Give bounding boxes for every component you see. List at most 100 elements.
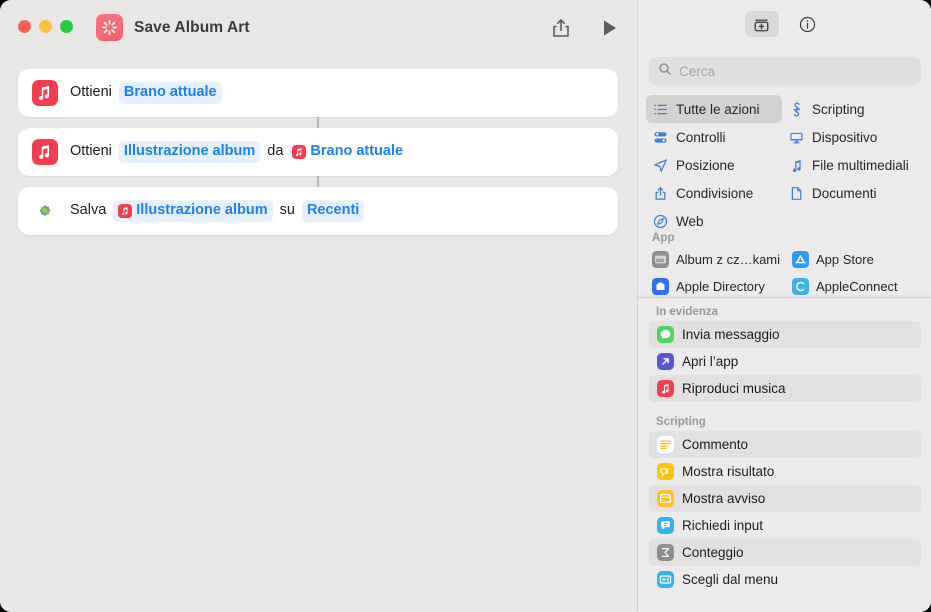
sidebar-item-controls[interactable]: Controlli xyxy=(646,123,782,151)
music-app-icon xyxy=(32,80,58,106)
sidebar-item-location[interactable]: Posizione xyxy=(646,151,782,179)
music-variable-icon xyxy=(118,203,133,218)
controls-icon xyxy=(652,129,669,146)
category-label: Condivisione xyxy=(676,185,754,201)
action-text: Salva Illustrazione album su Recenti xyxy=(70,200,371,222)
list-item[interactable]: AppleConnect xyxy=(786,273,926,298)
info-icon[interactable] xyxy=(791,11,825,37)
run-icon[interactable] xyxy=(597,16,621,40)
shortcuts-app-icon xyxy=(96,14,123,41)
album-icon xyxy=(652,251,669,268)
action-token[interactable]: Brano attuale xyxy=(290,141,408,162)
item-label: Riproduci musica xyxy=(682,381,786,396)
category-label: Controlli xyxy=(676,129,726,145)
list-item[interactable]: Commento xyxy=(649,431,921,458)
item-label: Richiedi input xyxy=(682,518,764,533)
category-label: Tutte le azioni xyxy=(676,101,760,117)
app-label: AppleConnect xyxy=(816,279,898,294)
item-label: Invia messaggio xyxy=(682,327,780,342)
action-text: Ottieni Illustrazione album da Brano att… xyxy=(70,141,415,163)
action-text: Ottieni Brano attuale xyxy=(70,82,229,104)
choose-menu-icon xyxy=(657,571,674,588)
list-item[interactable]: Apple Directory xyxy=(646,273,786,298)
scripting-icon xyxy=(788,101,805,118)
sidebar-item-web[interactable]: Web xyxy=(646,207,782,235)
search-input[interactable]: Cerca xyxy=(649,57,921,85)
zoom-button[interactable] xyxy=(60,20,73,33)
action-token[interactable]: Brano attuale xyxy=(118,82,222,104)
scripting-group: Scripting Commento Mostra risultato Most… xyxy=(638,402,931,593)
search-placeholder: Cerca xyxy=(679,63,716,79)
action-token[interactable]: Recenti xyxy=(301,200,365,222)
action-word: su xyxy=(279,202,295,219)
token-label: Brano attuale xyxy=(310,143,404,160)
action-word: da xyxy=(267,143,284,160)
apple-directory-icon xyxy=(652,278,669,295)
list-icon xyxy=(652,101,669,118)
section-header: In evidenza xyxy=(656,306,718,318)
list-item[interactable]: Richiedi input xyxy=(649,512,921,539)
sidebar-item-all-actions[interactable]: Tutte le azioni xyxy=(646,95,782,123)
actions-list: Ottieni Brano attuale Ottieni Illustrazi… xyxy=(18,69,618,235)
list-item[interactable]: Mostra risultato xyxy=(649,458,921,485)
token-label: Illustrazione album xyxy=(136,202,268,219)
appleconnect-icon xyxy=(792,278,809,295)
close-button[interactable] xyxy=(18,20,31,33)
traffic-lights xyxy=(18,20,73,33)
app-grid: Album z cz…kami App Store Apple Director… xyxy=(646,246,926,298)
app-section: App Album z cz…kami App Store Apple Dire… xyxy=(646,232,926,298)
item-label: Conteggio xyxy=(682,545,744,560)
messages-icon xyxy=(657,326,674,343)
action-card[interactable]: Ottieni Illustrazione album da Brano att… xyxy=(18,128,618,176)
action-token[interactable]: Illustrazione album xyxy=(118,141,261,163)
list-item[interactable]: Mostra avviso xyxy=(649,485,921,512)
action-card[interactable]: Salva Illustrazione album su Recenti xyxy=(18,187,618,235)
editor-pane: Save Album Art Ottieni Brano attuale Ott… xyxy=(0,0,637,612)
action-connector xyxy=(317,176,319,187)
action-card[interactable]: Ottieni Brano attuale xyxy=(18,69,618,117)
minimize-button[interactable] xyxy=(39,20,52,33)
sidebar-item-device[interactable]: Dispositivo xyxy=(782,123,926,151)
sidebar-item-media[interactable]: File multimediali xyxy=(782,151,926,179)
library-sidebar: Cerca Tutte le azioni Scripting Controll… xyxy=(637,0,931,612)
comment-icon xyxy=(657,436,674,453)
action-token[interactable]: Illustrazione album xyxy=(113,200,273,222)
show-alert-icon xyxy=(657,490,674,507)
action-library-icon[interactable] xyxy=(744,11,779,37)
action-connector xyxy=(317,117,319,128)
device-icon xyxy=(788,129,805,146)
app-label: App Store xyxy=(816,252,874,267)
item-label: Scegli dal menu xyxy=(682,572,779,587)
sidebar-item-scripting[interactable]: Scripting xyxy=(782,95,926,123)
sidebar-item-documents[interactable]: Documenti xyxy=(782,179,926,207)
category-label: Dispositivo xyxy=(812,129,878,145)
photos-app-icon xyxy=(32,198,58,224)
list-item[interactable]: Scegli dal menu xyxy=(649,566,921,593)
sidebar-item-sharing[interactable]: Condivisione xyxy=(646,179,782,207)
category-label: Posizione xyxy=(676,157,735,173)
featured-group: In evidenza Invia messaggio Apri l’app R… xyxy=(638,298,931,402)
token-label: Brano attuale xyxy=(123,84,217,101)
share-icon[interactable] xyxy=(549,16,573,40)
item-label: Commento xyxy=(682,437,749,452)
music-variable-icon xyxy=(292,144,307,159)
results-overlay: In evidenza Invia messaggio Apri l’app R… xyxy=(638,297,931,612)
list-item[interactable]: Riproduci musica xyxy=(649,375,921,402)
list-item[interactable]: Conteggio xyxy=(649,539,921,566)
appstore-icon xyxy=(792,251,809,268)
search-icon xyxy=(658,62,672,81)
shortcuts-window: Save Album Art Ottieni Brano attuale Ott… xyxy=(0,0,931,612)
music-icon xyxy=(657,380,674,397)
item-label: Apri l’app xyxy=(682,354,739,369)
list-item[interactable]: Apri l’app xyxy=(649,348,921,375)
count-icon xyxy=(657,544,674,561)
list-item[interactable]: App Store xyxy=(786,246,926,273)
show-result-icon xyxy=(657,463,674,480)
list-item[interactable]: Invia messaggio xyxy=(649,321,921,348)
sidebar-toolbar xyxy=(638,0,931,48)
window-titlebar: Save Album Art xyxy=(0,0,637,53)
document-icon xyxy=(788,185,805,202)
section-header: Scripting xyxy=(656,416,706,428)
item-label: Mostra risultato xyxy=(682,464,775,479)
list-item[interactable]: Album z cz…kami xyxy=(646,246,786,273)
